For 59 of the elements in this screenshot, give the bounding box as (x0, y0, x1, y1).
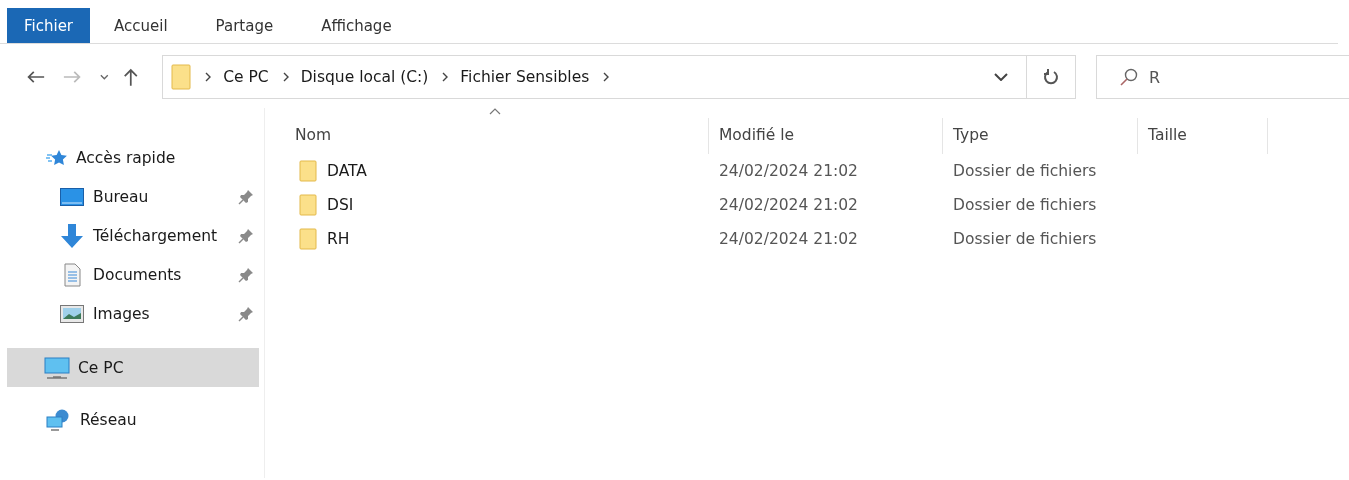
refresh-icon (1043, 68, 1059, 86)
file-name[interactable]: DSI (327, 196, 354, 214)
ribbon-tab[interactable]: Fichier (7, 8, 91, 43)
star-icon (46, 148, 68, 167)
file-type: Dossier de fichiers (953, 162, 1097, 180)
sidebar-item[interactable]: Images (0, 294, 264, 333)
folder-icon (299, 160, 317, 182)
sidebar-item[interactable]: Réseau (7, 400, 259, 439)
sidebar-item[interactable]: Documents (0, 255, 264, 294)
pin-icon[interactable] (238, 188, 254, 205)
file-name[interactable]: RH (327, 230, 350, 248)
chevron-right-icon[interactable] (442, 72, 449, 82)
sidebar-label: Réseau (80, 410, 137, 429)
sidebar-label: Accès rapide (76, 148, 176, 167)
column-header[interactable]: Type (943, 118, 1138, 154)
down-arrow-icon (60, 223, 84, 248)
search-field[interactable]: R (1096, 55, 1349, 99)
folder-icon (299, 228, 317, 250)
back-arrow-icon[interactable] (26, 69, 45, 85)
address-bar[interactable]: Ce PC Disque local (C:) Fichier Sensibles (162, 55, 1076, 99)
chevron-right-icon[interactable] (205, 72, 212, 82)
breadcrumb[interactable]: Fichier Sensibles (460, 68, 590, 86)
folder-icon (299, 194, 317, 216)
up-arrow-icon[interactable] (122, 67, 139, 87)
breadcrumb[interactable]: Ce PC (223, 68, 269, 86)
pin-icon[interactable] (238, 305, 254, 322)
file-type: Dossier de fichiers (953, 196, 1097, 214)
desktop-icon (60, 187, 84, 206)
breadcrumb[interactable]: Disque local (C:) (300, 68, 429, 86)
sidebar-item[interactable]: Ce PC (7, 348, 259, 387)
pin-icon[interactable] (238, 266, 254, 283)
chevron-right-icon[interactable] (603, 72, 610, 82)
sidebar-item[interactable]: Accès rapide (7, 138, 259, 177)
folder-icon (171, 64, 192, 90)
sidebar-label: Documents (93, 265, 182, 284)
sidebar-item[interactable]: Téléchargement (0, 216, 264, 255)
chevron-right-icon[interactable] (282, 72, 289, 82)
sidebar-item[interactable]: Bureau (0, 177, 264, 216)
column-header[interactable]: Taille (1138, 118, 1268, 154)
pin-icon[interactable] (238, 227, 254, 244)
modified-date: 24/02/2024 21:02 (719, 196, 858, 214)
sidebar-label: Ce PC (78, 358, 124, 377)
column-header[interactable]: Nom (295, 118, 709, 154)
column-header[interactable]: Modifié le (709, 118, 943, 154)
file-type: Dossier de fichiers (953, 230, 1097, 248)
modified-date: 24/02/2024 21:02 (719, 230, 858, 248)
sidebar-label: Téléchargement (93, 226, 218, 245)
computer-icon (44, 356, 70, 379)
chevron-down-icon[interactable] (100, 74, 109, 80)
image-icon (60, 304, 84, 323)
sort-ascending-icon[interactable] (489, 108, 501, 115)
ribbon-tab[interactable]: Partage (191, 8, 298, 43)
chevron-down-icon[interactable] (994, 73, 1008, 81)
file-name[interactable]: DATA (327, 162, 367, 180)
sidebar-label: Images (93, 304, 150, 323)
ribbon-tab[interactable]: Affichage (297, 8, 416, 43)
ribbon-tab[interactable]: Accueil (90, 8, 192, 43)
sidebar-label: Bureau (93, 187, 149, 206)
modified-date: 24/02/2024 21:02 (719, 162, 858, 180)
